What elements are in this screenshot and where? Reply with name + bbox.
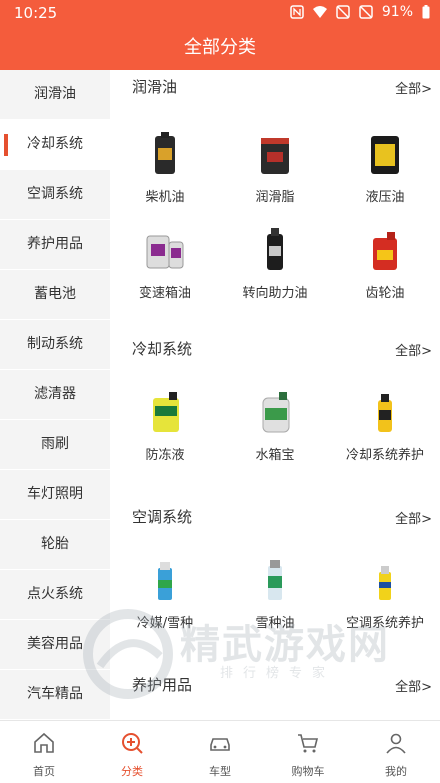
product-refrigerant-oil[interactable]: 雪种油	[220, 558, 330, 631]
product-label: 变速箱油	[138, 286, 191, 301]
product-radiator-additive[interactable]: 水箱宝	[220, 390, 330, 463]
car-icon	[210, 738, 230, 751]
view-all-link[interactable]: 全部>	[395, 340, 432, 359]
tab-label: 分类	[121, 765, 143, 778]
product-diesel-oil[interactable]: 柴机油	[110, 132, 220, 205]
radiator-additive-bottle-icon	[253, 390, 297, 436]
tab-label: 购物车	[291, 765, 325, 778]
status-bar: 10:25 91%	[0, 0, 440, 26]
section-header-air-conditioning: 空调系统 全部>	[132, 506, 432, 530]
diesel-oil-bottle-icon	[143, 132, 187, 178]
page-title: 全部分类	[0, 26, 440, 70]
battery-icon	[422, 5, 430, 19]
product-label: 润滑脂	[255, 190, 295, 205]
section-header-cooling: 冷却系统 全部>	[132, 338, 432, 362]
product-hydraulic-oil[interactable]: 液压油	[330, 132, 440, 205]
tab-label: 我的	[385, 765, 407, 778]
product-label: 转向助力油	[242, 286, 308, 301]
sidebar-item-brakes[interactable]: 制动系统	[0, 320, 110, 370]
category-sidebar: 润滑油 冷却系统 空调系统 养护用品 蓄电池 制动系统 滤清器 雨刷 车灯照明 …	[0, 70, 110, 720]
sidebar-item-battery[interactable]: 蓄电池	[0, 270, 110, 320]
tab-home[interactable]: 首页	[0, 721, 88, 783]
cart-icon	[298, 734, 319, 753]
sidebar-item-cooling[interactable]: 冷却系统	[0, 120, 110, 170]
product-power-steering-oil[interactable]: 转向助力油	[220, 228, 330, 301]
section-title: 空调系统	[132, 508, 193, 526]
product-grease[interactable]: 润滑脂	[220, 132, 330, 205]
no-signal-icon	[336, 5, 350, 19]
view-all-link[interactable]: 全部>	[395, 508, 432, 527]
tab-label: 首页	[33, 765, 55, 778]
sidebar-item-filters[interactable]: 滤清器	[0, 370, 110, 420]
status-time: 10:25	[14, 4, 58, 22]
nfc-icon	[290, 5, 304, 19]
wifi-icon	[312, 6, 327, 18]
antifreeze-jug-icon	[143, 390, 187, 436]
product-label: 防冻液	[145, 448, 185, 463]
product-label: 冷媒/雪种	[136, 616, 194, 631]
user-icon	[386, 733, 406, 754]
transmission-oil-bottles-icon	[143, 228, 187, 274]
sidebar-item-beauty[interactable]: 美容用品	[0, 620, 110, 670]
hydraulic-oil-drum-icon	[363, 132, 407, 178]
grease-tub-icon	[253, 132, 297, 178]
view-all-link[interactable]: 全部>	[395, 78, 432, 97]
product-gear-oil[interactable]: 齿轮油	[330, 228, 440, 301]
product-cooling-care[interactable]: 冷却系统养护	[330, 390, 440, 463]
battery-percent: 91%	[381, 4, 413, 20]
sidebar-item-maintenance[interactable]: 养护用品	[0, 220, 110, 270]
refrigerant-can-icon	[143, 558, 187, 604]
section-header-lubricants: 润滑油 全部>	[132, 76, 432, 100]
section-title: 润滑油	[132, 78, 178, 96]
tab-category[interactable]: 分类	[88, 721, 176, 783]
product-label: 齿轮油	[365, 286, 405, 301]
product-label: 柴机油	[145, 190, 185, 205]
sidebar-item-ignition[interactable]: 点火系统	[0, 570, 110, 620]
product-antifreeze[interactable]: 防冻液	[110, 390, 220, 463]
sidebar-item-air-conditioning[interactable]: 空调系统	[0, 170, 110, 220]
view-all-link[interactable]: 全部>	[395, 676, 432, 695]
bottom-tab-bar: 首页 分类 车型 购物车 我的	[0, 720, 440, 783]
home-icon	[34, 732, 54, 753]
sidebar-item-accessories[interactable]: 汽车精品	[0, 670, 110, 720]
section-header-maintenance: 养护用品 全部>	[132, 674, 432, 698]
tab-cart[interactable]: 购物车	[264, 721, 352, 783]
sidebar-item-lighting[interactable]: 车灯照明	[0, 470, 110, 520]
product-transmission-oil[interactable]: 变速箱油	[110, 228, 220, 301]
category-search-icon	[122, 733, 143, 754]
tab-mine[interactable]: 我的	[352, 721, 440, 783]
refrigerant-oil-can-icon	[253, 558, 297, 604]
product-label: 液压油	[365, 190, 405, 205]
sidebar-item-wipers[interactable]: 雨刷	[0, 420, 110, 470]
gear-oil-jug-icon	[363, 228, 407, 274]
power-steering-bottle-icon	[253, 228, 297, 274]
section-title: 养护用品	[132, 676, 193, 694]
tab-label: 车型	[209, 765, 231, 778]
product-label: 雪种油	[255, 616, 295, 631]
status-icons: 91%	[290, 4, 430, 20]
product-refrigerant[interactable]: 冷媒/雪种	[110, 558, 220, 631]
product-label: 水箱宝	[255, 448, 295, 463]
sidebar-item-tires[interactable]: 轮胎	[0, 520, 110, 570]
product-label: 空调系统养护	[345, 616, 424, 631]
coolant-care-bottle-icon	[363, 390, 407, 436]
product-ac-care[interactable]: 空调系统养护	[330, 558, 440, 631]
sidebar-item-lubricants[interactable]: 润滑油	[0, 70, 110, 120]
tab-car-model[interactable]: 车型	[176, 721, 264, 783]
product-label: 冷却系统养护	[345, 448, 424, 463]
no-signal-icon-2	[359, 5, 373, 19]
category-content: 润滑油 全部> 柴机油 润滑脂 液压油 变速箱油 转向助力油 齿轮油 冷却系统 …	[110, 70, 440, 720]
ac-care-can-icon	[363, 558, 407, 604]
section-title: 冷却系统	[132, 340, 193, 358]
